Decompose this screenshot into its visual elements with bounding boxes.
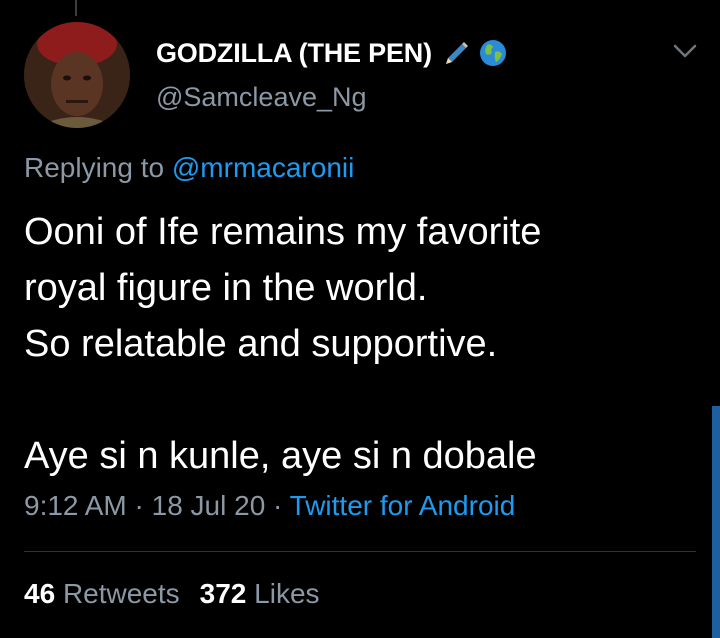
user-handle[interactable]: @Samcleave_Ng (156, 82, 660, 113)
pen-icon (445, 42, 468, 64)
retweets-count: 46 (24, 578, 56, 609)
avatar-image (24, 22, 130, 128)
likes-label: Likes (254, 578, 320, 609)
tweet-text-line: Ooni of Ife remains my favorite (24, 211, 542, 253)
globe-icon (479, 40, 506, 66)
tweet-text-line: So relatable and supportive. (24, 323, 498, 365)
tweet-source[interactable]: Twitter for Android (290, 490, 516, 521)
tweet-header: GODZILLA (THE PEN) @Samcleave_Ng (156, 36, 660, 113)
display-name[interactable]: GODZILLA (THE PEN) (156, 38, 432, 69)
retweets-label: Retweets (62, 578, 180, 609)
replying-to-line: Replying to @mrmacaronii (24, 152, 354, 184)
name-row: GODZILLA (THE PEN) (156, 36, 660, 70)
tweet-date[interactable]: 18 Jul 20 (152, 490, 266, 521)
tweet-time[interactable]: 9:12 AM (24, 490, 127, 521)
chevron-down-icon[interactable] (672, 42, 698, 60)
tweet-text-blank-line (24, 372, 680, 428)
separator-dot: · (273, 490, 283, 521)
tweet-text-line: Aye si n kunle, aye si n dobale (24, 435, 537, 477)
replying-to-label: Replying to (24, 152, 165, 183)
scrollbar[interactable] (712, 406, 720, 638)
retweets-stat[interactable]: 46 Retweets (24, 578, 180, 609)
tweet-metadata: 9:12 AM · 18 Jul 20 · Twitter for Androi… (24, 490, 515, 522)
divider (24, 551, 696, 552)
tweet-text-line: royal figure in the world. (24, 267, 428, 309)
separator-dot: · (134, 490, 144, 521)
engagement-stats: 46 Retweets 372 Likes (24, 578, 320, 610)
likes-stat[interactable]: 372 Likes (200, 578, 320, 609)
avatar[interactable] (24, 22, 130, 128)
likes-count: 372 (199, 578, 247, 609)
replying-to-mention[interactable]: @mrmacaronii (172, 152, 354, 183)
tweet-text: Ooni of Ife remains my favorite royal fi… (24, 204, 680, 484)
thread-connector-line (75, 0, 77, 16)
